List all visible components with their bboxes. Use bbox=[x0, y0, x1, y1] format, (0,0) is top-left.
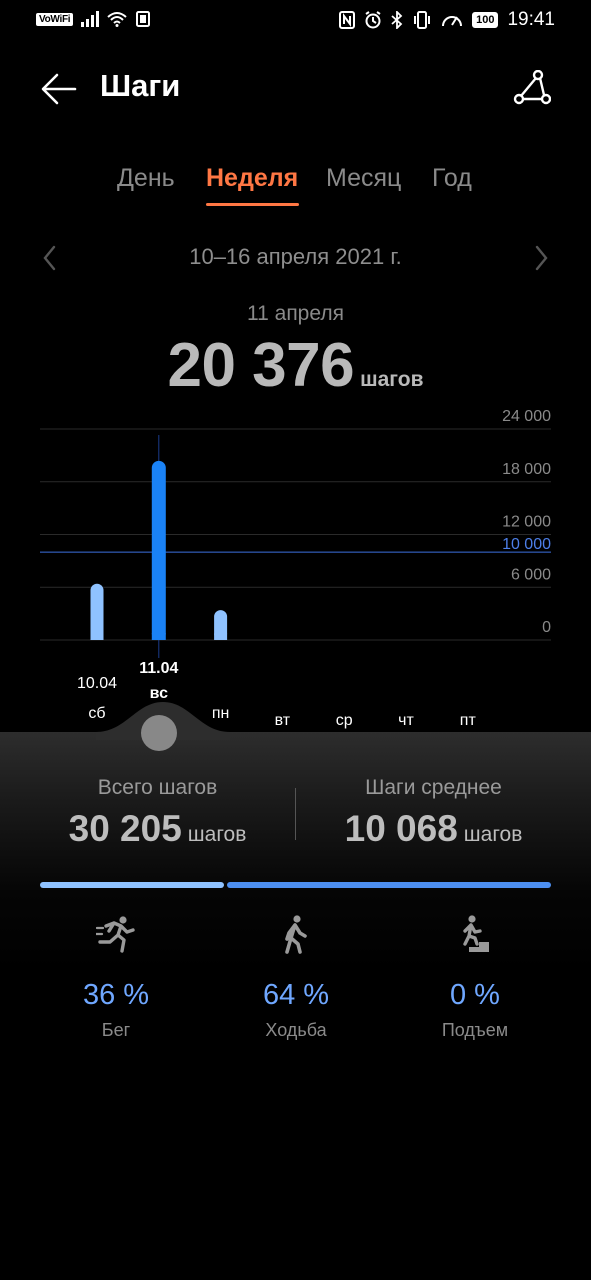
chevron-right-icon[interactable] bbox=[531, 244, 551, 272]
running-icon bbox=[94, 916, 135, 953]
vibrate-icon bbox=[414, 11, 431, 29]
selected-steps-value: 20 376 bbox=[167, 331, 355, 400]
vowifi-badge: VoWiFi bbox=[36, 12, 74, 26]
x-day-label: пт bbox=[460, 712, 477, 729]
bar-base bbox=[151, 633, 166, 640]
run-percent: 36 % bbox=[82, 979, 150, 1011]
walk-share-bar bbox=[227, 882, 551, 888]
avg-steps-unit: шагов bbox=[463, 823, 523, 846]
date-range: 10–16 апреля 2021 г. bbox=[189, 244, 402, 269]
avg-steps: 10 068 шагов bbox=[316, 808, 551, 850]
activity-walk: 64 % Ходьба bbox=[211, 914, 381, 1041]
climb-label: Подъем bbox=[441, 1020, 509, 1040]
signal-icon bbox=[81, 11, 100, 27]
bar-base bbox=[214, 633, 228, 640]
tab-year[interactable]: Год bbox=[432, 164, 472, 193]
x-day-label: чт bbox=[398, 712, 414, 729]
period-tabs: День Неделя Месяц Год bbox=[0, 164, 591, 214]
y-tick-label: 0 bbox=[542, 619, 551, 636]
walk-percent: 64 % bbox=[262, 979, 330, 1011]
page-title: Шаги bbox=[100, 68, 181, 103]
activity-run: 36 % Бег bbox=[31, 914, 201, 1041]
y-tick-label: 18 000 bbox=[502, 461, 551, 478]
avg-steps-value: 10 068 bbox=[344, 808, 458, 849]
selected-steps-unit: шагов bbox=[360, 368, 424, 391]
climb-percent: 0 % bbox=[450, 979, 500, 1011]
x-date-label: 10.04 bbox=[77, 675, 117, 692]
tab-month[interactable]: Месяц bbox=[326, 164, 401, 193]
x-date-label: 11.04 bbox=[139, 660, 178, 677]
total-steps-label: Всего шагов bbox=[97, 776, 218, 799]
summary-divider bbox=[295, 788, 296, 840]
bar bbox=[151, 460, 166, 640]
tab-day[interactable]: День bbox=[117, 164, 175, 193]
clock: 19:41 bbox=[507, 9, 555, 30]
run-label: Бег bbox=[101, 1020, 131, 1040]
y-tick-label: 24 000 bbox=[502, 408, 551, 425]
alarm-icon bbox=[365, 11, 381, 29]
walking-icon bbox=[285, 915, 307, 954]
selected-date: 11 апреля bbox=[247, 302, 344, 325]
x-day-label: вт bbox=[275, 712, 291, 729]
back-arrow-icon[interactable] bbox=[40, 70, 78, 108]
run-share-bar bbox=[40, 882, 224, 888]
total-steps-value: 30 205 bbox=[68, 808, 182, 849]
wifi-icon bbox=[107, 12, 127, 27]
status-right: 100 19:41 bbox=[339, 9, 555, 31]
battery-icon: 100 bbox=[472, 12, 499, 28]
phone-tablet-icon bbox=[136, 11, 151, 27]
tab-week[interactable]: Неделя bbox=[206, 164, 298, 193]
nfc-icon bbox=[339, 11, 356, 29]
status-bar: VoWiFi 100 19:41 bbox=[0, 0, 591, 42]
goal-line-label: 10 000 bbox=[502, 536, 551, 553]
status-left: VoWiFi bbox=[36, 11, 151, 27]
bluetooth-icon bbox=[391, 11, 403, 29]
active-tab-underline bbox=[206, 203, 299, 206]
scrubber-handle[interactable] bbox=[141, 715, 177, 751]
y-tick-label: 12 000 bbox=[502, 514, 551, 531]
selected-steps: 20 376 шагов bbox=[0, 330, 591, 401]
bar-base bbox=[90, 633, 104, 640]
speedometer-icon bbox=[442, 16, 463, 27]
walk-label: Ходьба bbox=[265, 1020, 327, 1040]
bar bbox=[90, 583, 104, 640]
avg-steps-label: Шаги среднее bbox=[365, 776, 502, 799]
y-tick-label: 6 000 bbox=[511, 566, 551, 583]
share-icon[interactable] bbox=[513, 70, 551, 108]
total-steps: 30 205 шагов bbox=[40, 808, 275, 850]
climbing-stairs-icon bbox=[459, 915, 489, 952]
steps-bar-chart[interactable]: 24 00018 00012 0006 000010 00010.04сб11.… bbox=[0, 400, 591, 740]
total-steps-unit: шагов bbox=[187, 823, 247, 846]
activity-climb: 0 % Подъем bbox=[390, 914, 560, 1041]
x-day-label: ср bbox=[336, 712, 353, 729]
